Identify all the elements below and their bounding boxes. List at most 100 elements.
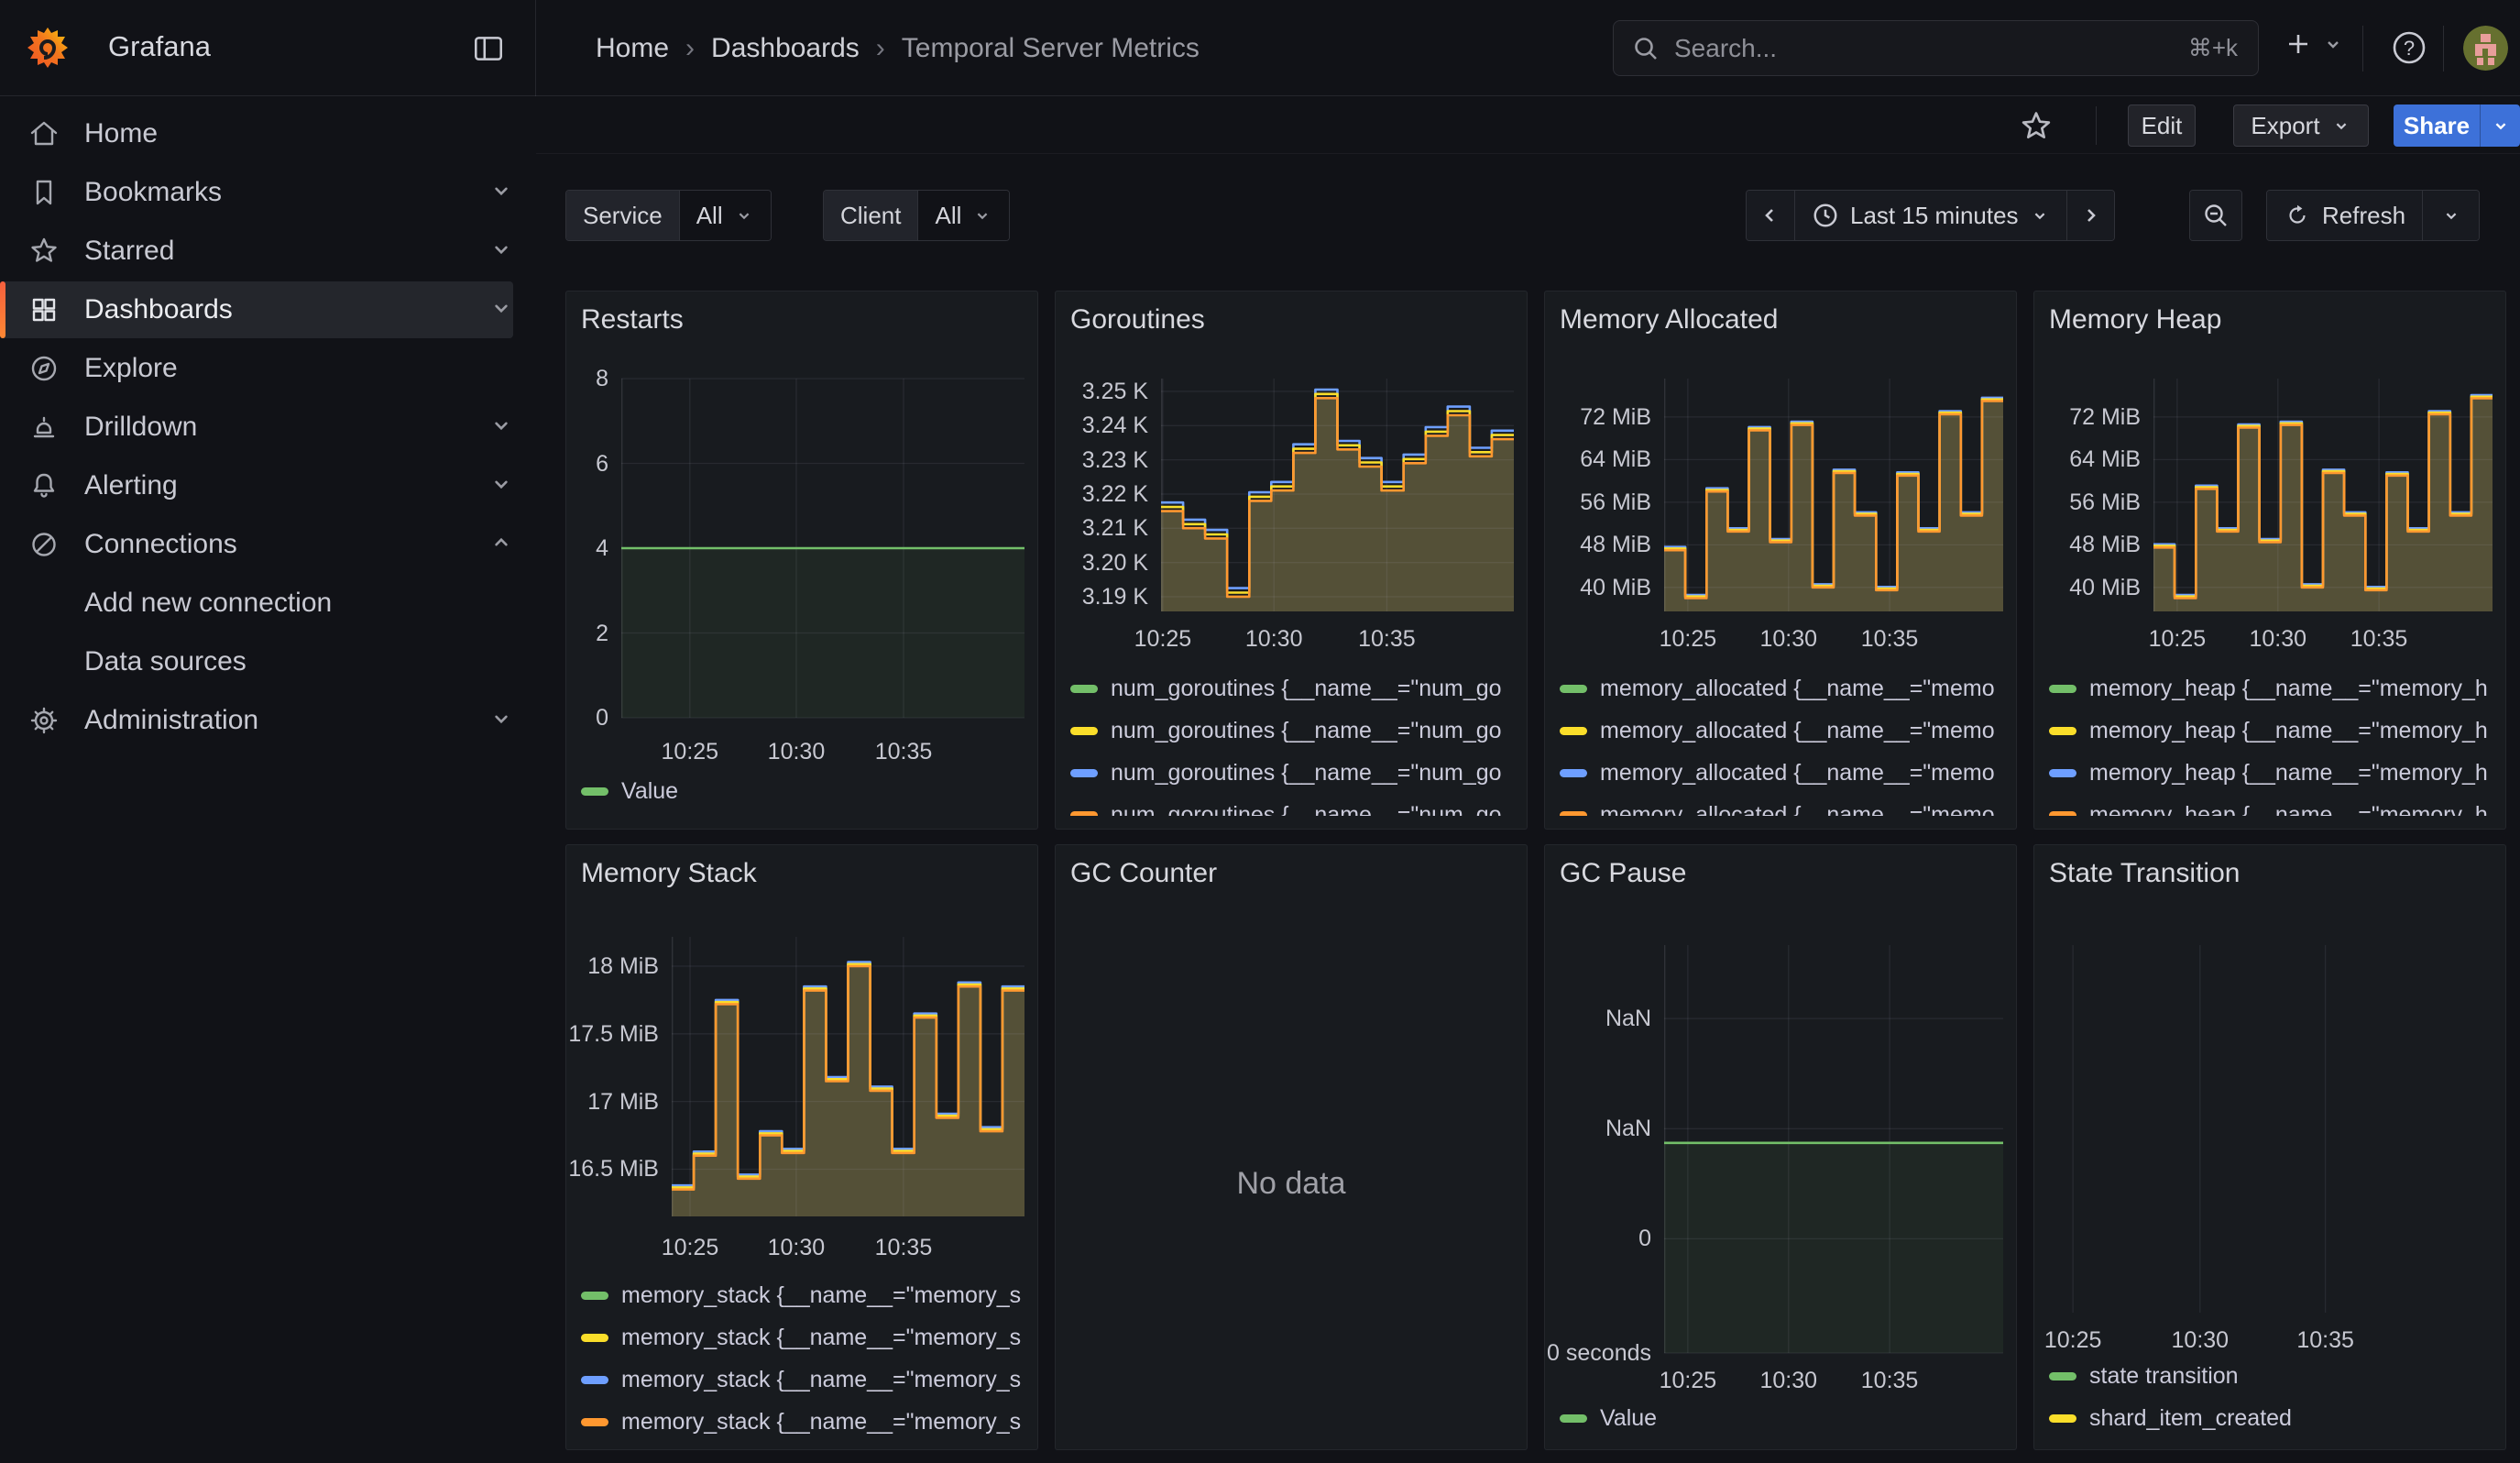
legend-item[interactable]: num_goroutines {__name__="num_go xyxy=(1070,719,1517,743)
legend-series-marker xyxy=(2049,727,2076,735)
legend-item[interactable]: memory_stack {__name__="memory_s xyxy=(581,1326,1028,1350)
legend-series-marker xyxy=(2049,769,2076,777)
legend-item[interactable]: Value xyxy=(581,779,1028,804)
legend-item[interactable]: memory_allocated {__name__="memo xyxy=(1560,803,2007,816)
client-variable-dropdown[interactable]: Client All xyxy=(823,190,1010,241)
legend-item[interactable]: num_goroutines {__name__="num_go xyxy=(1070,676,1517,701)
sidebar-item-starred[interactable]: Starred xyxy=(0,223,513,280)
breadcrumb-item-temporal-server-metrics[interactable]: Temporal Server Metrics xyxy=(902,33,1200,64)
sidebar-item-home[interactable]: Home xyxy=(0,105,513,162)
search-input[interactable]: Search... ⌘+k xyxy=(1613,20,2259,76)
chevron-down-icon[interactable] xyxy=(489,472,513,500)
sidebar-item-add-new-connection[interactable]: Add new connection xyxy=(0,575,513,632)
chart-plot-area[interactable] xyxy=(2153,379,2493,611)
legend-item[interactable]: shard_item_created xyxy=(2049,1406,2496,1431)
legend-item[interactable]: memory_stack {__name__="memory_s xyxy=(581,1410,1028,1435)
panel-title[interactable]: Goroutines xyxy=(1070,304,1205,336)
sidebar-item-bookmarks[interactable]: Bookmarks xyxy=(0,164,513,221)
chevron-up-icon[interactable] xyxy=(489,531,513,559)
panel-title[interactable]: GC Counter xyxy=(1070,858,1217,889)
time-shift-back-button[interactable] xyxy=(1747,191,1794,240)
legend-item[interactable]: num_goroutines {__name__="num_go xyxy=(1070,761,1517,786)
sidebar-toggle-icon[interactable] xyxy=(471,31,506,71)
refresh-button[interactable]: Refresh xyxy=(2267,191,2422,240)
breadcrumb-item-home[interactable]: Home xyxy=(596,33,669,64)
y-axis-tick-label: 0 seconds xyxy=(1545,1340,1651,1367)
legend-item[interactable]: state transition xyxy=(2049,1364,2496,1389)
panel-title[interactable]: Memory Allocated xyxy=(1560,304,1778,336)
chart-plot-area[interactable] xyxy=(2053,945,2493,1313)
legend-item[interactable]: memory_allocated {__name__="memo xyxy=(1560,761,2007,786)
panel-title[interactable]: Restarts xyxy=(581,304,684,336)
x-axis-tick-label: 10:35 xyxy=(1839,626,1940,653)
no-data-message: No data xyxy=(1056,1166,1527,1202)
chevron-down-icon[interactable] xyxy=(489,237,513,266)
legend-item[interactable]: memory_allocated {__name__="memo xyxy=(1560,676,2007,701)
x-axis-tick-label: 10:30 xyxy=(1223,626,1324,653)
chart-plot-area[interactable] xyxy=(621,379,1024,718)
panel-title[interactable]: State Transition xyxy=(2049,858,2240,889)
sidebar-item-explore[interactable]: Explore xyxy=(0,340,513,397)
user-avatar[interactable] xyxy=(2463,26,2508,71)
sidebar-item-dashboards[interactable]: Dashboards xyxy=(0,281,513,338)
breadcrumb-separator: › xyxy=(876,33,885,64)
panel-title[interactable]: GC Pause xyxy=(1560,858,1686,889)
sidebar-item-data-sources[interactable]: Data sources xyxy=(0,633,513,690)
client-variable-value[interactable]: All xyxy=(917,191,1009,240)
chart-plot-area[interactable] xyxy=(1664,945,2003,1353)
chevron-down-icon[interactable] xyxy=(489,413,513,442)
sidebar-item-administration[interactable]: Administration xyxy=(0,692,513,749)
nav-left-section: Grafana xyxy=(0,0,536,96)
legend-item[interactable]: memory_stack {__name__="memory_s xyxy=(581,1283,1028,1308)
legend-series-label: memory_allocated {__name__="memo xyxy=(1600,676,1995,702)
sidebar-item-drilldown[interactable]: Drilldown xyxy=(0,399,513,456)
legend-item[interactable]: memory_heap {__name__="memory_h xyxy=(2049,676,2496,701)
help-button[interactable]: ? xyxy=(2388,27,2430,73)
chevron-down-icon[interactable] xyxy=(489,296,513,324)
client-value-text: All xyxy=(935,202,961,230)
share-options-button[interactable] xyxy=(2480,104,2520,147)
legend-item[interactable]: memory_allocated {__name__="memo xyxy=(1560,719,2007,743)
y-axis-tick-label: 72 MiB xyxy=(2034,404,2141,431)
chart-plot-area[interactable] xyxy=(672,937,1024,1216)
share-button[interactable]: Share xyxy=(2394,104,2480,147)
legend-item[interactable]: memory_heap {__name__="memory_h xyxy=(2049,719,2496,743)
time-range-picker[interactable]: Last 15 minutes xyxy=(1794,191,2066,240)
breadcrumb-item-dashboards[interactable]: Dashboards xyxy=(711,33,860,64)
y-axis-tick-label: 64 MiB xyxy=(2034,446,2141,473)
chevron-down-icon xyxy=(2331,116,2351,136)
service-variable-dropdown[interactable]: Service All xyxy=(565,190,772,241)
sidebar-item-connections[interactable]: Connections xyxy=(0,516,513,573)
legend-item[interactable]: memory_heap {__name__="memory_h xyxy=(2049,761,2496,786)
refresh-interval-button[interactable] xyxy=(2422,191,2479,240)
legend-series-marker xyxy=(2049,811,2076,816)
chevron-down-icon[interactable] xyxy=(489,179,513,207)
grafana-app: Grafana Home›Dashboards›Temporal Server … xyxy=(0,0,2520,1463)
chart-plot-area[interactable] xyxy=(1161,379,1514,611)
service-variable-value[interactable]: All xyxy=(679,191,771,240)
legend-item[interactable]: num_goroutines {__name__="num_go xyxy=(1070,803,1517,816)
export-button[interactable]: Export xyxy=(2233,104,2369,147)
time-shift-forward-button[interactable] xyxy=(2066,191,2114,240)
chevron-down-icon[interactable] xyxy=(489,707,513,735)
star-icon xyxy=(27,235,60,268)
legend-item[interactable]: memory_heap {__name__="memory_h xyxy=(2049,803,2496,816)
grafana-logo-icon[interactable] xyxy=(26,26,70,70)
sidebar-item-alerting[interactable]: Alerting xyxy=(0,457,513,514)
share-button-group: Share xyxy=(2394,104,2520,147)
zoom-out-button[interactable] xyxy=(2189,190,2242,241)
panel-title[interactable]: Memory Stack xyxy=(581,858,757,889)
panel-title[interactable]: Memory Heap xyxy=(2049,304,2221,336)
legend-item[interactable]: memory_stack {__name__="memory_s xyxy=(581,1368,1028,1392)
add-menu-button[interactable] xyxy=(2282,28,2344,60)
y-axis-tick-label: 2 xyxy=(566,621,608,647)
chart-plot-area[interactable] xyxy=(1664,379,2003,611)
legend-series-label: memory_heap {__name__="memory_h xyxy=(2089,676,2488,702)
y-axis-tick-label: 3.22 K xyxy=(1056,481,1148,508)
bookmark-icon xyxy=(27,176,60,209)
edit-button[interactable]: Edit xyxy=(2128,104,2196,147)
chevron-down-icon xyxy=(734,205,754,226)
legend-item[interactable]: Value xyxy=(1560,1406,2007,1431)
star-dashboard-button[interactable] xyxy=(2018,105,2054,148)
search-shortcut-badge: ⌘+k xyxy=(2188,34,2238,62)
